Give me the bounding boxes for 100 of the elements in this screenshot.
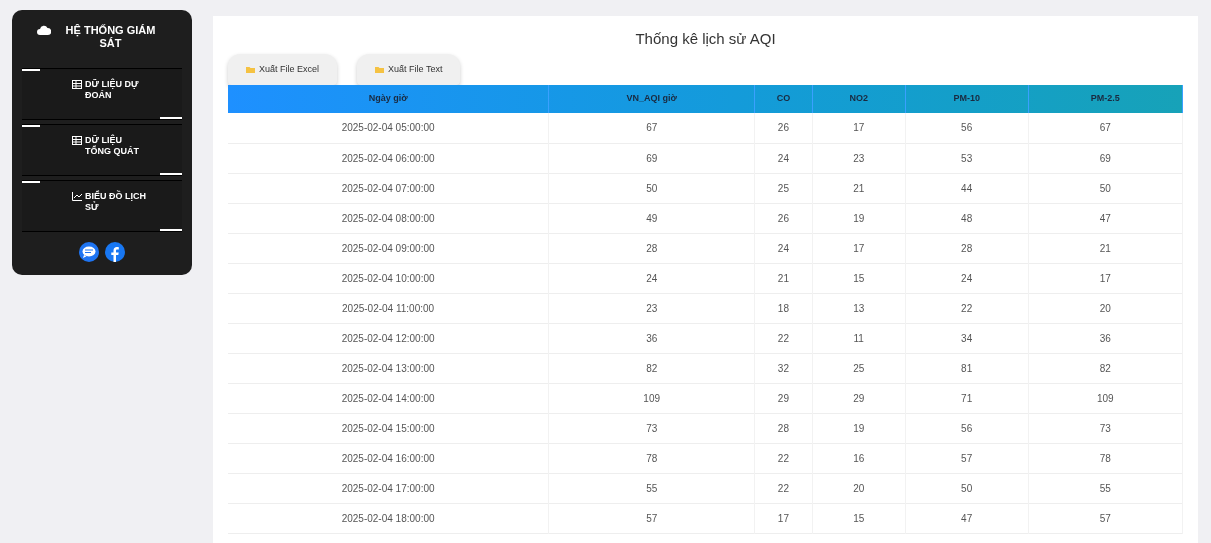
cloud-icon <box>37 25 51 35</box>
table-cell: 18 <box>754 293 813 323</box>
table-cell: 57 <box>905 443 1029 473</box>
table-cell: 109 <box>1028 383 1183 413</box>
table-cell: 24 <box>754 143 813 173</box>
column-header: PM-2.5 <box>1028 85 1183 113</box>
table-cell: 36 <box>548 323 755 353</box>
table-cell: 2025-02-04 14:00:00 <box>228 383 549 413</box>
table-cell: 19 <box>812 203 906 233</box>
table-cell: 2025-02-04 16:00:00 <box>228 443 549 473</box>
folder-icon <box>246 66 255 73</box>
column-header: NO2 <box>812 85 906 113</box>
table-cell: 24 <box>548 263 755 293</box>
table-cell: 16 <box>812 443 906 473</box>
table-cell: 22 <box>754 323 813 353</box>
table-cell: 2025-02-04 15:00:00 <box>228 413 549 443</box>
table-cell: 21 <box>754 263 813 293</box>
table-cell: 29 <box>754 383 813 413</box>
table-cell: 2025-02-04 10:00:00 <box>228 263 549 293</box>
sidebar-title: HỆ THỐNG GIÁM SÁT <box>64 24 157 50</box>
column-header: Ngày giờ <box>228 85 549 113</box>
table-cell: 2025-02-04 18:00:00 <box>228 503 549 533</box>
table-cell: 2025-02-04 08:00:00 <box>228 203 549 233</box>
sidebar-item[interactable]: DỮ LIỆU DỰ ĐOÁN <box>22 68 182 120</box>
table-cell: 2025-02-04 05:00:00 <box>228 113 549 143</box>
table-cell: 2025-02-04 09:00:00 <box>228 233 549 263</box>
table-cell: 17 <box>812 233 906 263</box>
table-cell: 50 <box>548 173 755 203</box>
table-cell: 21 <box>1028 233 1183 263</box>
table-cell: 56 <box>905 113 1029 143</box>
export-button[interactable]: Xuất File Text <box>357 54 461 85</box>
table-cell: 15 <box>812 503 906 533</box>
table-cell: 56 <box>905 413 1029 443</box>
table-cell: 21 <box>812 173 906 203</box>
table-cell: 25 <box>754 173 813 203</box>
table-cell: 55 <box>1028 473 1183 503</box>
table-cell: 26 <box>754 113 813 143</box>
table-cell: 2025-02-04 07:00:00 <box>228 173 549 203</box>
table-icon <box>72 80 82 89</box>
table-cell: 23 <box>548 293 755 323</box>
table-cell: 82 <box>1028 353 1183 383</box>
table-cell: 24 <box>754 233 813 263</box>
table-cell: 2025-02-04 12:00:00 <box>228 323 549 353</box>
table-cell: 29 <box>812 383 906 413</box>
table-cell: 73 <box>1028 413 1183 443</box>
table-cell: 78 <box>1028 443 1183 473</box>
table-cell: 28 <box>905 233 1029 263</box>
column-header: VN_AQI giờ <box>548 85 755 113</box>
table-cell: 69 <box>1028 143 1183 173</box>
table-cell: 67 <box>548 113 755 143</box>
table-icon <box>72 136 82 145</box>
table-cell: 2025-02-04 11:00:00 <box>228 293 549 323</box>
folder-icon <box>375 66 385 73</box>
table-cell: 48 <box>905 203 1029 233</box>
table-cell: 2025-02-04 13:00:00 <box>228 353 549 383</box>
table-cell: 2025-02-04 17:00:00 <box>228 473 549 503</box>
table-cell: 11 <box>812 323 906 353</box>
table-cell: 17 <box>1028 263 1183 293</box>
sidebar-item[interactable]: DỮ LIỆU TỔNG QUÁT <box>22 124 182 176</box>
column-header: PM-10 <box>905 85 1029 113</box>
table-cell: 78 <box>548 443 755 473</box>
table-cell: 34 <box>905 323 1029 353</box>
chat-bubble-icon[interactable] <box>79 242 99 262</box>
table-cell: 57 <box>1028 503 1183 533</box>
table-cell: 2025-02-04 06:00:00 <box>228 143 549 173</box>
table-cell: 55 <box>548 473 755 503</box>
table-cell: 81 <box>905 353 1029 383</box>
table-cell: 13 <box>812 293 906 323</box>
table-cell: 28 <box>548 233 755 263</box>
table-cell: 22 <box>905 293 1029 323</box>
table-cell: 22 <box>754 443 813 473</box>
table-cell: 73 <box>548 413 755 443</box>
table-cell: 26 <box>754 203 813 233</box>
table-cell: 20 <box>1028 293 1183 323</box>
table-cell: 32 <box>754 353 813 383</box>
table-cell: 20 <box>812 473 906 503</box>
table-cell: 23 <box>812 143 906 173</box>
table-cell: 36 <box>1028 323 1183 353</box>
column-header: CO <box>754 85 813 113</box>
table-cell: 82 <box>548 353 755 383</box>
page-title: Thống kê lịch sử AQI <box>634 29 777 49</box>
table-cell: 44 <box>905 173 1029 203</box>
table-cell: 49 <box>548 203 755 233</box>
table-cell: 50 <box>905 473 1029 503</box>
table-cell: 67 <box>1028 113 1183 143</box>
table-cell: 17 <box>812 113 906 143</box>
export-button[interactable]: Xuất File Excel <box>228 54 338 85</box>
line-chart-icon <box>72 192 82 201</box>
table-cell: 19 <box>812 413 906 443</box>
table-cell: 47 <box>905 503 1029 533</box>
sidebar-item[interactable]: BIỂU ĐỒ LỊCH SỬ <box>22 180 182 232</box>
table-cell: 22 <box>754 473 813 503</box>
table-cell: 71 <box>905 383 1029 413</box>
table-cell: 17 <box>754 503 813 533</box>
table-cell: 28 <box>754 413 813 443</box>
facebook-icon[interactable] <box>105 242 125 262</box>
table-cell: 47 <box>1028 203 1183 233</box>
table-cell: 15 <box>812 263 906 293</box>
table-cell: 109 <box>548 383 755 413</box>
table-cell: 69 <box>548 143 755 173</box>
